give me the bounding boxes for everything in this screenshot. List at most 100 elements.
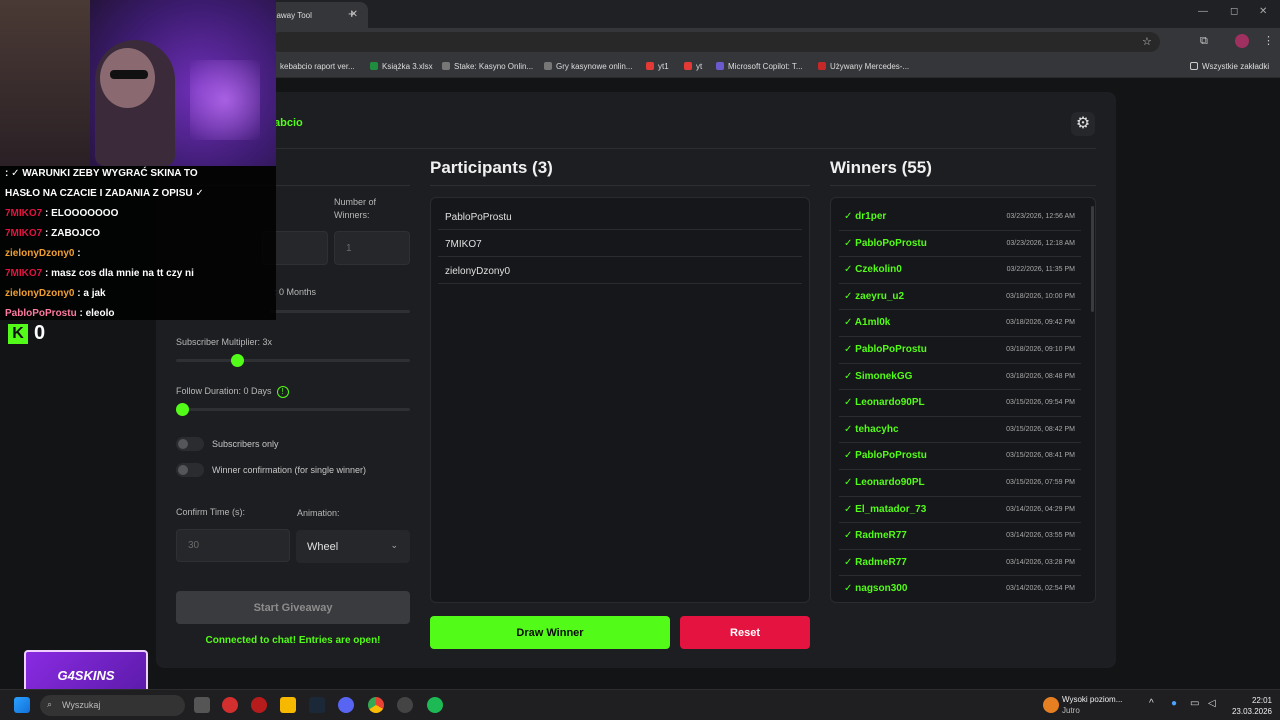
winner-row: ✓ Leonardo90PL 03/15/2026, 07:59 PM: [839, 470, 1081, 497]
bookmark-item[interactable]: Gry kasynowe onlin...: [544, 62, 632, 71]
sub-multiplier-label: Subscriber Multiplier: 3x: [176, 337, 273, 347]
windows-start-icon[interactable]: [14, 697, 30, 713]
participants-title: Participants (3): [430, 158, 553, 177]
clock[interactable]: 22:01 23.03.2026: [1228, 695, 1272, 717]
scrollbar[interactable]: [1091, 206, 1094, 312]
confirm-time-input[interactable]: 30: [176, 529, 290, 562]
chat-message: 7MIKO7 : masz cos dla mnie na tt czy ni: [5, 268, 194, 279]
winner-row: ✓ SimonekGG 03/18/2026, 08:48 PM: [839, 364, 1081, 391]
spotify-icon[interactable]: [427, 697, 443, 713]
webcam-wall: [0, 0, 90, 166]
follow-duration-slider[interactable]: [176, 408, 410, 411]
app-icon[interactable]: [397, 697, 413, 713]
extensions-icon[interactable]: ⧉: [1200, 35, 1208, 48]
minimize-icon[interactable]: —: [1198, 6, 1208, 17]
menu-icon[interactable]: ⋮: [1263, 34, 1274, 47]
winner-name: ✓ Czekolin0: [844, 264, 902, 276]
search-icon: ⌕: [47, 699, 53, 709]
winner-row: ✓ El_matador_73 03/14/2026, 04:29 PM: [839, 497, 1081, 524]
sub-multiplier-slider[interactable]: [176, 359, 410, 362]
num-winners-field[interactable]: 1: [334, 231, 410, 265]
chat-text: : ELOOOOOOO: [42, 208, 119, 219]
chat-username: zielonyDzony0: [5, 288, 75, 299]
winner-name: ✓ nagson300: [844, 583, 908, 595]
app-name: abcio: [274, 117, 303, 129]
profile-avatar[interactable]: [1235, 34, 1249, 48]
star-icon[interactable]: ☆: [1142, 35, 1152, 48]
winner-time: 03/15/2026, 08:41 PM: [1006, 452, 1075, 460]
volume-icon[interactable]: ◁: [1208, 698, 1216, 709]
chat-text: : ✓ WARUNKI ZEBY WYGRAĆ SKINA TO: [5, 168, 198, 179]
winner-row: ✓ PabloPoProstu 03/15/2026, 08:41 PM: [839, 443, 1081, 470]
stake-icon: [442, 62, 450, 70]
winners-title: Winners (55): [830, 158, 932, 177]
url-field[interactable]: [270, 32, 1160, 52]
winner-row: ✓ PabloPoProstu 03/18/2026, 09:10 PM: [839, 337, 1081, 364]
winner-name: ✓ zaeyru_u2: [844, 290, 905, 302]
new-tab-icon[interactable]: +: [348, 6, 356, 21]
winner-row: ✓ tehacyhc 03/15/2026, 08:42 PM: [839, 417, 1081, 444]
chat-username: 7MIKO7: [5, 268, 43, 279]
participant-row: PabloPoProstu: [438, 204, 802, 230]
bookmark-item[interactable]: kebabcio raport ver...: [268, 62, 355, 71]
youtube-icon: [684, 62, 692, 70]
steam-icon[interactable]: [309, 697, 325, 713]
start-giveaway-button[interactable]: Start Giveaway: [176, 591, 410, 624]
winner-name: ✓ RadmeR77: [844, 556, 907, 568]
gear-icon[interactable]: ⚙: [1071, 112, 1095, 136]
bookmark-item[interactable]: Używany Mercedes-...: [818, 62, 909, 71]
reset-button[interactable]: Reset: [680, 616, 810, 649]
chat-text: : eleolo: [76, 308, 115, 319]
animation-select[interactable]: Wheel ⌄: [296, 530, 410, 563]
divider: [830, 185, 1096, 186]
chat-text: : ZABOJCO: [42, 228, 101, 239]
winner-time: 03/14/2026, 02:54 PM: [1006, 585, 1075, 593]
discord-icon[interactable]: [338, 697, 354, 713]
winner-time: 03/14/2026, 03:28 PM: [1006, 558, 1075, 566]
chat-message: HASŁO NA CZACIE I ZADANIA Z OPISU ✓: [5, 188, 204, 199]
chat-username: 7MIKO7: [5, 208, 43, 219]
subscribers-only-toggle[interactable]: [176, 437, 204, 451]
participant-row: zielonyDzony0: [438, 258, 802, 284]
bookmark-item[interactable]: Microsoft Copilot: T...: [716, 62, 803, 71]
draw-winner-button[interactable]: Draw Winner: [430, 616, 670, 649]
youtube-icon: [646, 62, 654, 70]
info-icon[interactable]: !: [276, 386, 289, 398]
folder-icon[interactable]: [280, 697, 296, 713]
winner-time: 03/18/2026, 08:48 PM: [1006, 372, 1075, 380]
chevron-up-icon[interactable]: ^: [1149, 698, 1154, 709]
bookmark-item[interactable]: Stake: Kasyno Onlin...: [442, 62, 533, 71]
bookmark-item[interactable]: yt1: [646, 62, 669, 71]
opera-gx-icon[interactable]: [251, 697, 267, 713]
webcam-glasses: [110, 70, 148, 79]
bookmark-item[interactable]: Książka 3.xlsx: [370, 62, 433, 71]
winner-name: ✓ PabloPoProstu: [844, 450, 927, 462]
weather-widget[interactable]: Wysoki poziom... Jutro: [1062, 694, 1122, 716]
sub-duration-slider[interactable]: [270, 310, 410, 313]
chat-message: 7MIKO7 : ELOOOOOOO: [5, 208, 118, 219]
kick-viewer-count: 0: [34, 322, 46, 344]
task-view-icon[interactable]: [194, 697, 210, 713]
winner-confirmation-toggle[interactable]: [176, 463, 204, 477]
copilot-icon: [716, 62, 724, 70]
microphone-icon[interactable]: ●: [1171, 698, 1177, 709]
winner-row: ✓ RadmeR77 03/14/2026, 03:28 PM: [839, 550, 1081, 577]
taskbar-search[interactable]: ⌕ Wyszukaj: [40, 695, 185, 716]
slider-thumb[interactable]: [176, 403, 189, 416]
chat-message: 7MIKO7 : ZABOJCO: [5, 228, 100, 239]
winner-time: 03/14/2026, 03:55 PM: [1006, 532, 1075, 540]
bookmark-item[interactable]: yt: [684, 62, 702, 71]
sheet-icon: [370, 62, 378, 70]
chat-message: zielonyDzony0 :: [5, 248, 81, 259]
chrome-icon[interactable]: [368, 697, 384, 713]
restore-icon[interactable]: ◻: [1230, 6, 1238, 17]
winner-name: ✓ El_matador_73: [844, 503, 927, 515]
close-window-icon[interactable]: ✕: [1259, 6, 1267, 17]
winner-row: ✓ Czekolin0 03/22/2026, 11:35 PM: [839, 257, 1081, 284]
opera-icon[interactable]: [222, 697, 238, 713]
follow-duration-label: Follow Duration: 0 Days!: [176, 386, 289, 398]
chevron-down-icon: ⌄: [390, 540, 398, 550]
winner-row: ✓ nagson300 03/14/2026, 02:54 PM: [839, 576, 1081, 603]
network-icon[interactable]: ▭: [1190, 698, 1199, 709]
all-bookmarks[interactable]: Wszystkie zakładki: [1190, 62, 1269, 71]
